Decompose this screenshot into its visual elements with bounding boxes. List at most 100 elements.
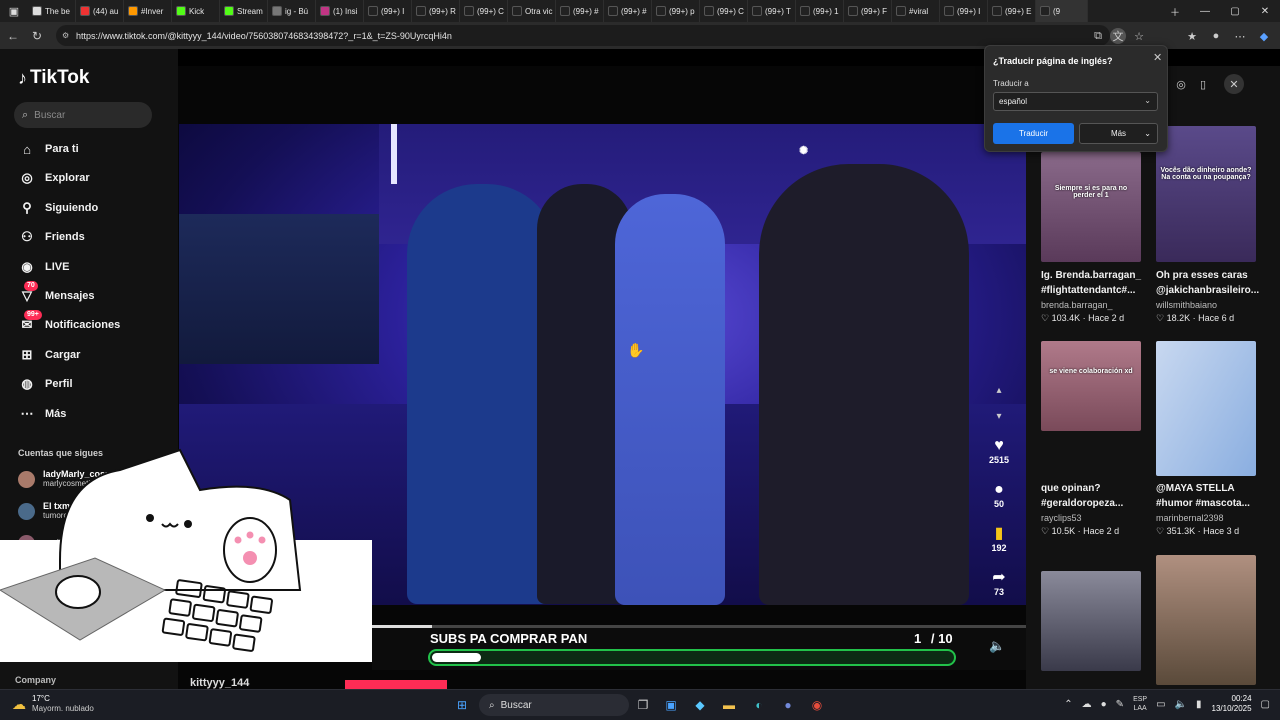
nav-item-siguiendo[interactable]: ⚲ Siguiendo bbox=[18, 197, 98, 219]
search-input[interactable]: ⌕ Buscar bbox=[14, 102, 152, 128]
browser-tab[interactable]: (99+) p bbox=[652, 0, 700, 22]
browser-tab[interactable]: (99+) E bbox=[988, 0, 1036, 22]
maximize-icon[interactable]: ▢ bbox=[1220, 0, 1250, 22]
notifications-icon[interactable]: ▢ bbox=[1261, 699, 1270, 710]
card-title[interactable]: @MAYA STELLA #humor #mascota... bbox=[1156, 481, 1262, 511]
card-title[interactable]: que opinan? #geraldoropeza... bbox=[1041, 481, 1147, 511]
card-username[interactable]: brenda.barragan_ bbox=[1041, 300, 1113, 310]
translate-icon[interactable]: 文 bbox=[1110, 28, 1126, 44]
like-button[interactable]: ♥ 2515 bbox=[985, 437, 1013, 465]
edge-icon[interactable]: ◐ bbox=[749, 695, 769, 715]
volume-icon[interactable]: 🔈 bbox=[1175, 699, 1187, 710]
input-language[interactable]: ESP LAA bbox=[1133, 695, 1147, 713]
clock[interactable]: 00:24 13/10/2025 bbox=[1212, 694, 1252, 714]
browser-tab[interactable]: (99+) C bbox=[460, 0, 508, 22]
comment-button[interactable]: ● 50 bbox=[985, 481, 1013, 509]
close-icon[interactable]: ✕ bbox=[1153, 51, 1162, 64]
url-field[interactable]: ⚙ https://www.tiktok.com/@kittyyy_144/vi… bbox=[56, 25, 1110, 46]
video-thumbnail[interactable]: Siempre si es para no perder el 1 bbox=[1041, 152, 1141, 262]
browser-tab[interactable]: (99+) # bbox=[556, 0, 604, 22]
browser-tab[interactable]: The be bbox=[28, 0, 76, 22]
nav-item-live[interactable]: ◉ LIVE bbox=[18, 256, 69, 278]
nav-item-para-ti[interactable]: ⌂ Para ti bbox=[18, 138, 79, 160]
share-button[interactable]: ➦ 73 bbox=[985, 569, 1013, 597]
weather-widget[interactable]: ☁ 17°C Mayorm. nublado bbox=[12, 694, 94, 714]
save-button[interactable]: ▮ 192 bbox=[985, 525, 1013, 553]
task-view-icon[interactable]: ❐ bbox=[633, 695, 653, 715]
browser-tab[interactable]: (99+) T bbox=[748, 0, 796, 22]
app-icon[interactable]: ◉ bbox=[807, 695, 827, 715]
video-thumbnail[interactable] bbox=[1156, 555, 1256, 685]
video-author[interactable]: kittyyy_144 bbox=[190, 677, 249, 689]
close-video-icon[interactable]: ✕ bbox=[1224, 74, 1244, 94]
new-tab-icon[interactable]: ＋ bbox=[1160, 0, 1190, 22]
volume-icon[interactable]: 🔈 bbox=[989, 638, 1005, 654]
footer-company-link[interactable]: Company bbox=[15, 675, 56, 685]
battery-icon[interactable]: ▮ bbox=[1196, 699, 1202, 710]
browser-tab[interactable]: Kick bbox=[172, 0, 220, 22]
taskbar-search[interactable]: ⌕ Buscar bbox=[479, 694, 629, 716]
nav-item-perfil[interactable]: ◍ Perfil bbox=[18, 373, 72, 395]
card-title[interactable]: Ig. Brenda.barragan_ #flightattendantc#.… bbox=[1041, 268, 1147, 298]
language-select[interactable]: español ⌄ bbox=[993, 92, 1158, 111]
nav-item-más[interactable]: ⋯ Más bbox=[18, 403, 67, 425]
video-thumbnail[interactable]: se viene colaboración xd bbox=[1041, 341, 1141, 431]
card-username[interactable]: rayclips53 bbox=[1041, 513, 1082, 523]
nav-item-notificaciones[interactable]: ✉ 99+ Notificaciones bbox=[18, 310, 120, 336]
tiktok-logo[interactable]: ♪ TikTok bbox=[18, 67, 89, 89]
video-thumbnail[interactable] bbox=[1156, 341, 1256, 476]
browser-tab[interactable]: #viral bbox=[892, 0, 940, 22]
more-button[interactable]: Más ⌄ bbox=[1079, 123, 1158, 144]
browser-tab[interactable]: (44) au bbox=[76, 0, 124, 22]
nav-item-cargar[interactable]: ⊞ Cargar bbox=[18, 344, 81, 366]
minimize-icon[interactable]: — bbox=[1190, 0, 1220, 22]
browser-tab[interactable]: (99+) I bbox=[364, 0, 412, 22]
video-thumbnail[interactable] bbox=[1041, 571, 1141, 671]
browser-tab[interactable]: (99+) I bbox=[940, 0, 988, 22]
nav-item-explorar[interactable]: ◎ Explorar bbox=[18, 167, 89, 189]
card-username[interactable]: marinbernal2398 bbox=[1156, 513, 1224, 523]
chevron-up-icon[interactable]: ⌃ bbox=[1064, 699, 1072, 710]
mic-icon[interactable]: ● bbox=[1101, 699, 1107, 710]
scroll-up-icon[interactable]: ▴ bbox=[985, 382, 1013, 400]
device-icon[interactable]: ▯ bbox=[1193, 74, 1213, 94]
browser-tab[interactable]: (99+) R bbox=[412, 0, 460, 22]
browser-tab[interactable]: (99+) C bbox=[700, 0, 748, 22]
more-options-icon[interactable]: ⋯ bbox=[1232, 28, 1248, 44]
open-in-app-icon[interactable]: ⧉ bbox=[1090, 28, 1106, 44]
browser-tab[interactable]: (99+) F bbox=[844, 0, 892, 22]
windows-start-icon[interactable]: ⊞ bbox=[452, 695, 472, 715]
profile-avatar-icon[interactable]: ● bbox=[1208, 28, 1224, 44]
follow-button[interactable] bbox=[345, 680, 447, 689]
site-info-icon[interactable]: ⚙ bbox=[62, 31, 69, 40]
cloud-icon[interactable]: ☁ bbox=[1082, 699, 1092, 710]
file-explorer-icon[interactable]: ▬ bbox=[719, 695, 739, 715]
store-icon[interactable]: ▣ bbox=[661, 695, 681, 715]
window-menu-icon[interactable]: ▣ bbox=[0, 0, 28, 22]
video-thumbnail[interactable]: Vocês dão dinheiro aonde? Na conta ou na… bbox=[1156, 126, 1256, 262]
browser-tab[interactable]: #Inver bbox=[124, 0, 172, 22]
browser-tab[interactable]: (1) Insi bbox=[316, 0, 364, 22]
network-icon[interactable]: ▭ bbox=[1156, 699, 1165, 710]
browser-tab[interactable]: Stream bbox=[220, 0, 268, 22]
favorites-icon[interactable]: ★ bbox=[1184, 28, 1200, 44]
settings-circle-icon[interactable]: ◎ bbox=[1171, 74, 1191, 94]
close-window-icon[interactable]: ✕ bbox=[1250, 0, 1280, 22]
pen-icon[interactable]: ✎ bbox=[1116, 699, 1124, 710]
scroll-down-icon[interactable]: ▾ bbox=[985, 408, 1013, 426]
nav-item-mensajes[interactable]: ▽ 70 Mensajes bbox=[18, 281, 95, 307]
browser-tab[interactable]: (99+) # bbox=[604, 0, 652, 22]
card-username[interactable]: willsmithbaiano bbox=[1156, 300, 1217, 310]
browser-tab[interactable]: ig - Bú bbox=[268, 0, 316, 22]
card-title[interactable]: Oh pra esses caras @jakichanbrasileiro..… bbox=[1156, 268, 1262, 298]
reload-icon[interactable]: ↻ bbox=[28, 27, 46, 45]
browser-tab[interactable]: (99+) 1 bbox=[796, 0, 844, 22]
copilot-app-icon[interactable]: ◆ bbox=[690, 695, 710, 715]
browser-tab[interactable]: (9 bbox=[1036, 0, 1088, 22]
back-icon[interactable]: ← bbox=[4, 27, 22, 45]
favorite-star-icon[interactable]: ☆ bbox=[1131, 28, 1147, 44]
discord-icon[interactable]: ● bbox=[778, 695, 798, 715]
translate-button[interactable]: Traducir bbox=[993, 123, 1074, 144]
copilot-icon[interactable]: ◆ bbox=[1256, 28, 1272, 44]
nav-item-friends[interactable]: ⚇ Friends bbox=[18, 226, 85, 248]
